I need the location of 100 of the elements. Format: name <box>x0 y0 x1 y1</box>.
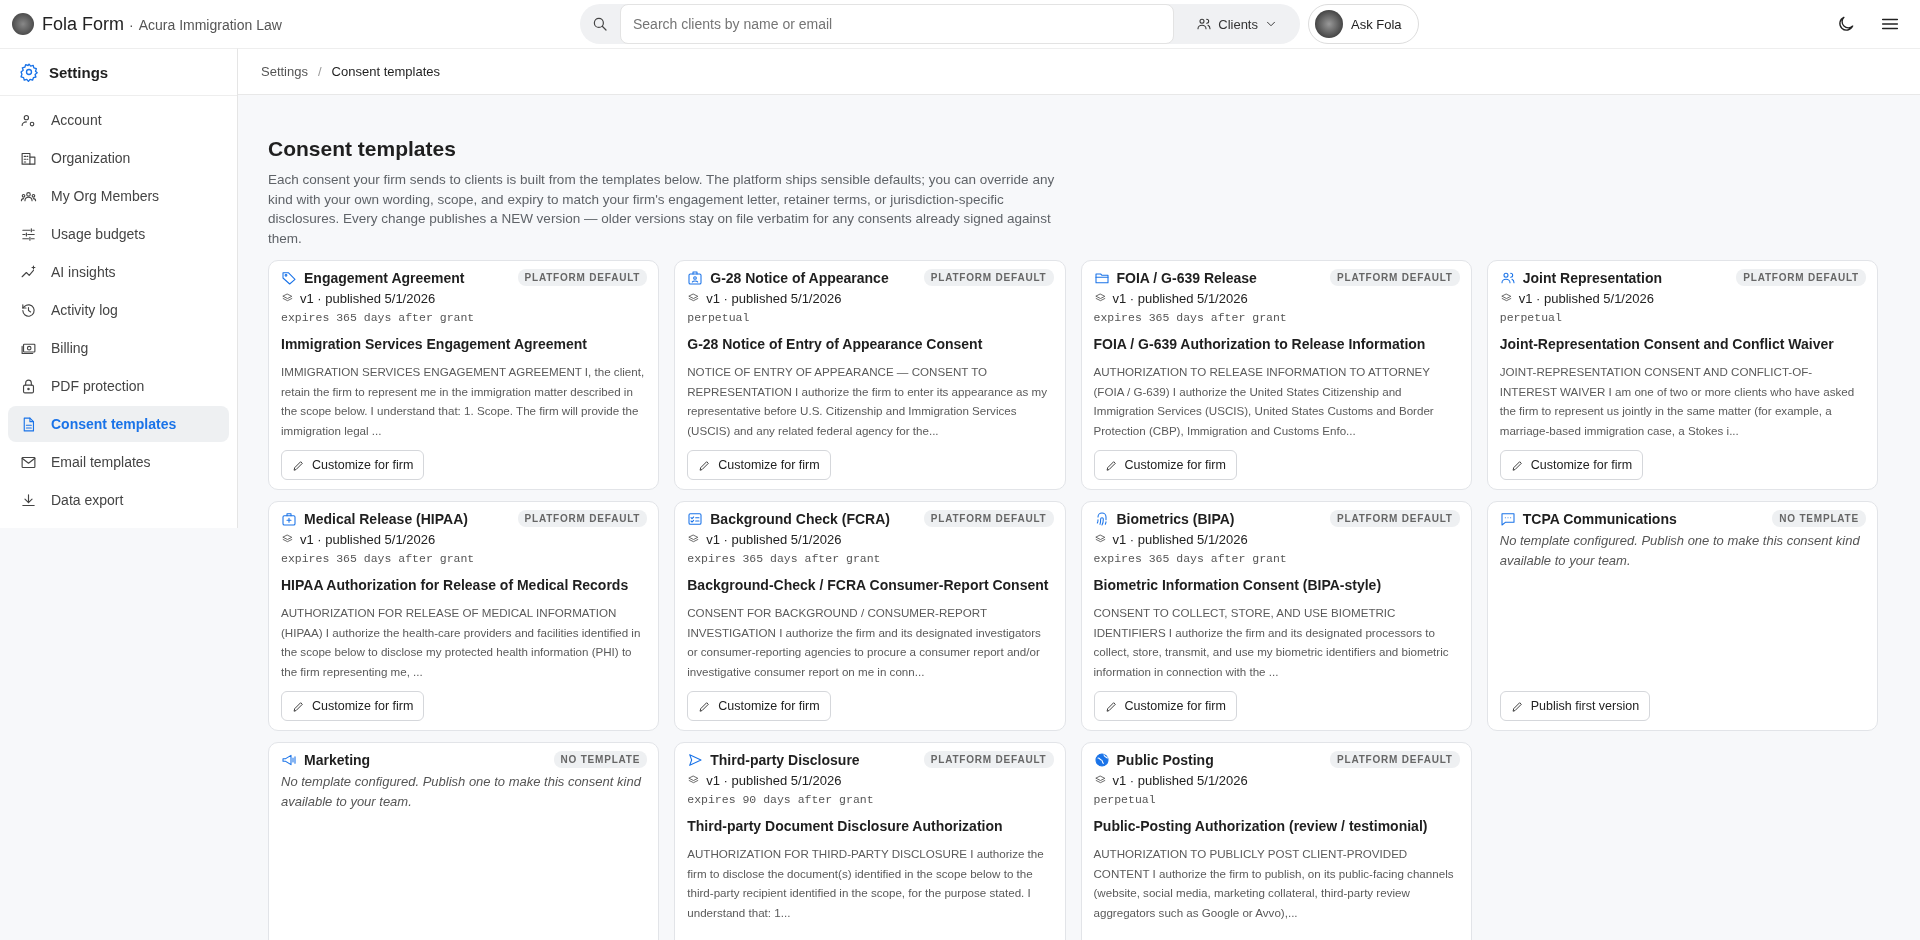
customize-button[interactable]: Customize for firm <box>1093 450 1237 480</box>
customize-button[interactable]: Customize for firm <box>281 691 425 721</box>
ask-fola-button[interactable]: Ask Fola <box>1308 4 1419 44</box>
send-icon <box>687 751 704 768</box>
empty-note: No template configured. Publish one to make this consent kind available to your team. <box>1499 532 1861 570</box>
template-excerpt: AUTHORIZATION TO RELEASE INFORMATION TO ATTORNEY (FOIA / G-639) I authorize the United States Citizenship and Immigration Services (USCIS), United States Customs and Border Protection (CBP), Immigration and Customs Enfo... <box>1093 364 1435 439</box>
card-title: Public Posting <box>1116 751 1215 768</box>
gear-icon <box>19 62 39 82</box>
card-title: Biometrics (BIPA) <box>1116 510 1236 527</box>
empty-note: No template configured. Publish one to make this consent kind available to your team. <box>281 773 643 811</box>
expiry-text: perpetual <box>687 311 751 324</box>
customize-button[interactable]: Customize for firm <box>281 450 425 480</box>
card-title: Background Check (FCRA) <box>710 510 891 527</box>
template-heading: G-28 Notice of Entry of Appearance Consent <box>687 336 984 352</box>
pencil-icon <box>1104 458 1118 472</box>
organization-name: Acura Immigration Law <box>138 16 282 33</box>
sliders-icon <box>20 225 37 243</box>
status-badge: PLATFORM DEFAULT <box>517 269 648 286</box>
lock-icon <box>20 377 37 395</box>
pencil-icon <box>1104 699 1118 713</box>
status-badge: PLATFORM DEFAULT <box>923 269 1054 286</box>
sidebar-item[interactable]: Consent templates <box>8 406 229 442</box>
tag-icon <box>281 269 297 286</box>
search-icon <box>591 15 609 33</box>
version-text: v1 · published 5/1/2026 <box>1112 532 1248 547</box>
pencil-icon <box>1510 699 1524 713</box>
version-text: v1 · published 5/1/2026 <box>300 532 436 547</box>
template-excerpt: CONSENT FOR BACKGROUND / CONSUMER-REPORT INVESTIGATION I authorize the firm and its designated investigators or consumer-reporting agencies to procure a consumer report and/or investigative consumer report on me in conn... <box>687 605 1042 680</box>
expiry-text: expires 365 days after grant <box>1093 552 1288 565</box>
expiry-text: perpetual <box>1499 311 1563 324</box>
template-heading: Public-Posting Authorization (review / testimonial) <box>1093 818 1429 834</box>
sidebar-item[interactable]: Activity log <box>8 292 229 328</box>
card-title: Engagement Agreement <box>304 269 466 286</box>
version-text: v1 · published 5/1/2026 <box>1518 291 1654 306</box>
separator-dot: · <box>129 16 134 33</box>
checklist-icon <box>687 510 704 527</box>
sidebar-item[interactable]: Email templates <box>8 444 229 480</box>
people-icon <box>1196 16 1213 32</box>
template-excerpt: AUTHORIZATION TO PUBLICLY POST CLIENT-PROVIDED CONTENT I authorize the firm to publish, on its public-facing channels (website, social media, marketing collateral, third-party review aggregators such as Google or Avvo),... <box>1093 846 1455 921</box>
card-title: Joint Representation <box>1522 269 1663 286</box>
history-icon <box>20 301 37 319</box>
expiry-text: expires 365 days after grant <box>281 311 476 324</box>
status-badge: PLATFORM DEFAULT <box>1330 510 1460 527</box>
customize-button[interactable]: Customize for firm <box>1499 450 1644 480</box>
template-heading: Background-Check / FCRA Consumer-Report Consent <box>687 577 1050 593</box>
pencil-icon <box>698 458 712 472</box>
pencil-icon <box>292 458 305 472</box>
card-title: Medical Release (HIPAA) <box>304 510 469 527</box>
status-badge: PLATFORM DEFAULT <box>923 510 1054 527</box>
status-badge: PLATFORM DEFAULT <box>1330 269 1460 286</box>
customize-button[interactable]: Customize for firm <box>687 691 831 721</box>
pencil-icon <box>292 699 305 713</box>
publish-button[interactable]: Publish first version <box>1499 691 1651 721</box>
breadcrumb-current: Consent templates <box>331 64 440 79</box>
pencil-icon <box>698 699 712 713</box>
version-text: v1 · published 5/1/2026 <box>300 291 436 306</box>
version-text: v1 · published 5/1/2026 <box>706 532 842 547</box>
card-title: TCPA Communications <box>1522 510 1678 527</box>
chat-icon <box>1499 510 1516 527</box>
sidebar-item[interactable]: Organization <box>8 140 229 176</box>
template-heading: Joint-Representation Consent and Conflict Waiver <box>1499 336 1835 352</box>
search-field[interactable]: Search clients by name or email <box>620 4 1175 44</box>
version-text: v1 · published 5/1/2026 <box>706 291 842 306</box>
download-icon <box>20 491 37 509</box>
version-text: v1 · published 5/1/2026 <box>1112 773 1248 788</box>
sidebar-item[interactable]: Account <box>8 102 229 138</box>
expiry-text: perpetual <box>1093 793 1157 806</box>
status-badge: PLATFORM DEFAULT <box>517 510 648 527</box>
sidebar-item[interactable]: My Org Members <box>8 178 229 214</box>
card-title: G-28 Notice of Appearance <box>710 269 890 286</box>
app-name: Fola Form <box>42 13 124 35</box>
breadcrumb-link[interactable]: Settings <box>261 64 308 79</box>
template-excerpt: IMMIGRATION SERVICES ENGAGEMENT AGREEMENT I, the client, retain the firm to represent me in the immigration matter described in the scope below. I understand that: 1. Scope. The firm will provide the immigration legal ... <box>281 364 646 439</box>
breadcrumb-separator: / <box>318 64 322 79</box>
card-title: Third-party Disclosure <box>710 751 861 768</box>
card-title: Marketing <box>304 751 372 768</box>
customize-button[interactable]: Customize for firm <box>687 450 831 480</box>
pencil-icon <box>1510 458 1524 472</box>
status-badge: NO TEMPLATE <box>553 751 648 768</box>
page-description: Each consent your firm sends to clients is built from the templates below. The platform ships sensible defaults; you can override any kind with your own wording, scope, and expiry to match your firm's engagement letter, retainer terms, or jurisdiction-specific disclosures. Every change publishes a NEW version — older versions stay on file verbatim for any consents already signed against them. <box>268 171 1056 248</box>
template-heading: Biometric Information Consent (BIPA-style) <box>1093 577 1383 593</box>
customize-button[interactable]: Customize for firm <box>1093 691 1237 721</box>
version-text: v1 · published 5/1/2026 <box>1112 291 1248 306</box>
sidebar-item[interactable]: Data export <box>8 482 229 518</box>
template-heading: HIPAA Authorization for Release of Medical Records <box>281 577 630 593</box>
expiry-text: expires 90 days after grant <box>687 793 875 806</box>
sidebar-title: Settings <box>49 63 109 81</box>
expiry-text: expires 365 days after grant <box>281 552 476 565</box>
template-excerpt: CONSENT TO COLLECT, STORE, AND USE BIOMETRIC IDENTIFIERS I authorize the firm and its designated processors to collect, store, transmit, and use my biometric identifiers and biometric information in connection with the ... <box>1093 605 1450 680</box>
sidebar-item[interactable]: Usage budgets <box>8 216 229 252</box>
sidebar-item[interactable]: AI insights <box>8 254 229 290</box>
id-badge-icon <box>687 269 704 286</box>
sidebar-item[interactable]: Billing <box>8 330 229 366</box>
page-title: Consent templates <box>268 137 457 161</box>
template-heading: Immigration Services Engagement Agreement <box>281 336 589 352</box>
sidebar-item[interactable]: PDF protection <box>8 368 229 404</box>
clients-dropdown[interactable]: Clients <box>1174 16 1300 32</box>
status-badge: NO TEMPLATE <box>1772 510 1866 527</box>
medical-bag-icon <box>281 510 297 527</box>
template-heading: FOIA / G-639 Authorization to Release Information <box>1093 336 1427 352</box>
